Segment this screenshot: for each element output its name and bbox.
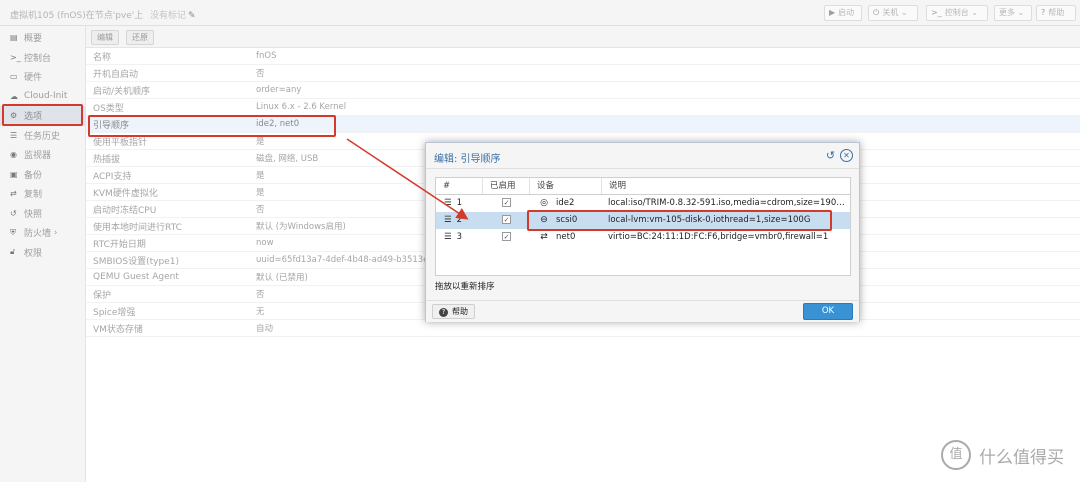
- exchange-icon: ⇄: [540, 232, 548, 242]
- shield-icon: ⛨: [10, 227, 16, 237]
- table-row[interactable]: ☰ 1 ✓ ◎ ide2 local:iso/TRIM-0.8.32-591.iso…: [436, 195, 850, 212]
- harddisk-icon: ⊖: [540, 215, 548, 225]
- boot-order-dialog: 编辑: 引导顺序 ↺ ✕ # 已启用 设备 说明 ☰ 1 ✓ ◎ ide2 loca…: [425, 142, 860, 322]
- edit-button[interactable]: 编辑: [91, 30, 119, 45]
- sidebar-item-hardware[interactable]: ▭ 硬件: [0, 67, 85, 87]
- chevron-down-icon: ⌄: [900, 8, 908, 17]
- dialog-footer: ? 帮助 OK: [426, 300, 859, 322]
- sidebar-item-monitor[interactable]: ◉ 监视器: [0, 145, 85, 165]
- cloud-icon: ☁: [10, 91, 18, 101]
- row-description: local-lvm:vm-105-disk-0,iothread=1,size=…: [608, 215, 811, 225]
- cdrom-icon: ◎: [540, 198, 548, 208]
- enabled-checkbox[interactable]: ✓: [502, 232, 511, 241]
- drag-handle-icon[interactable]: ☰: [444, 198, 452, 208]
- option-row-name[interactable]: 名称 fnOS: [86, 48, 1080, 65]
- table-row[interactable]: ☰ 3 ✓ ⇄ net0 virtio=BC:24:11:1D:FC:F6,brid…: [436, 229, 850, 246]
- question-icon: ?: [439, 308, 448, 317]
- sidebar-item-firewall[interactable]: ⛨ 防火墙 ›: [0, 223, 85, 243]
- sidebar-item-console[interactable]: >_ 控制台: [0, 48, 85, 68]
- drag-handle-icon[interactable]: ☰: [444, 232, 452, 242]
- unlock-icon: 🔓︎: [10, 247, 16, 257]
- top-bar: 虚拟机105 (fnOS)在节点'pve'上 没有标记 ✎ ▶ 启动 ⏻ 关机 ⌄ >…: [0, 0, 1080, 26]
- sidebar-item-snapshot[interactable]: ↺ 快照: [0, 204, 85, 224]
- sidebar-item-cloudinit[interactable]: ☁ Cloud-Init: [0, 87, 85, 107]
- console-button[interactable]: >_ 控制台 ⌄: [926, 5, 988, 21]
- gear-icon: ⚙: [10, 111, 18, 121]
- sidebar-item-replication[interactable]: ⇄ 复制: [0, 184, 85, 204]
- option-row-startup[interactable]: 启动/关机顺序 order=any: [86, 82, 1080, 99]
- floppy-icon: ▣: [10, 169, 18, 179]
- column-header-enabled[interactable]: 已启用: [483, 178, 530, 194]
- enabled-checkbox[interactable]: ✓: [502, 198, 511, 207]
- row-description: virtio=BC:24:11:1D:FC:F6,bridge=vmbr0,fi…: [608, 232, 829, 242]
- column-header-device[interactable]: 设备: [530, 178, 602, 194]
- sidebar-item-backup[interactable]: ▣ 备份: [0, 165, 85, 185]
- watermark-text: 什么值得买: [979, 447, 1064, 468]
- table-row[interactable]: ☰ 2 ✓ ⊖ scsi0 local-lvm:vm-105-disk-0,ioth…: [436, 212, 850, 229]
- sidebar-item-summary[interactable]: ▤ 概要: [0, 28, 85, 48]
- power-icon: ⏻: [873, 8, 880, 17]
- book-icon: ▤: [10, 33, 18, 43]
- column-header-desc[interactable]: 说明: [602, 178, 850, 194]
- sidebar-item-task-history[interactable]: ☰ 任务历史: [0, 126, 85, 146]
- enabled-checkbox[interactable]: ✓: [502, 215, 511, 224]
- chevron-right-icon: ›: [53, 227, 58, 238]
- option-row-vmstate[interactable]: VM状态存储 自动: [86, 320, 1080, 337]
- row-description: local:iso/TRIM-0.8.32-591.iso,media=cdro…: [608, 198, 850, 208]
- drag-hint: 拖放以重新排序: [435, 282, 495, 292]
- sidebar-item-permissions[interactable]: 🔓︎ 权限: [0, 243, 85, 263]
- help-button[interactable]: ? 帮助: [432, 304, 475, 319]
- retweet-icon: ⇄: [10, 189, 17, 199]
- option-row-onboot[interactable]: 开机自启动否: [86, 65, 1080, 82]
- history-icon: ↺: [10, 208, 17, 218]
- terminal-icon: >_: [10, 52, 21, 62]
- more-button[interactable]: 更多 ⌄: [994, 5, 1032, 21]
- shutdown-button[interactable]: ⏻ 关机 ⌄: [868, 5, 918, 21]
- reset-icon[interactable]: ↺: [824, 149, 837, 162]
- watermark: 值 什么值得买: [941, 440, 1064, 470]
- close-icon[interactable]: ✕: [840, 149, 853, 162]
- option-row-ostype[interactable]: OS类型 Linux 6.x - 2.6 Kernel: [86, 99, 1080, 116]
- start-button[interactable]: ▶ 启动: [824, 5, 862, 21]
- option-row-boot-order[interactable]: 引导顺序 ide2, net0: [86, 116, 1080, 133]
- boot-order-grid: # 已启用 设备 说明 ☰ 1 ✓ ◎ ide2 local:iso/TRIM-0.…: [435, 177, 851, 276]
- grid-header: # 已启用 设备 说明: [436, 178, 850, 195]
- sidebar-item-options[interactable]: ⚙ 选项: [0, 106, 85, 126]
- ok-button[interactable]: OK: [803, 303, 853, 320]
- tags-label: 没有标记: [150, 11, 187, 21]
- sidebar: ▤ 概要 >_ 控制台 ▭ 硬件 ☁ Cloud-Init ⚙ 选项 ☰ 任务历史 ◉ 监视器…: [0, 26, 86, 482]
- tags-area[interactable]: 没有标记 ✎: [150, 8, 196, 21]
- revert-button[interactable]: 还原: [126, 30, 154, 45]
- question-icon: ?: [1041, 8, 1046, 17]
- monitor-icon: ▭: [10, 72, 18, 82]
- help-button-top[interactable]: ? 帮助: [1036, 5, 1076, 21]
- window-title: 虚拟机105 (fnOS)在节点'pve'上: [10, 11, 144, 21]
- terminal-icon: >_: [931, 8, 942, 17]
- play-icon: ▶: [829, 8, 836, 17]
- dialog-title: 编辑: 引导顺序: [434, 154, 501, 165]
- drag-handle-icon[interactable]: ☰: [444, 215, 452, 225]
- eye-icon: ◉: [10, 150, 17, 160]
- watermark-logo-icon: 值: [941, 440, 971, 470]
- list-icon: ☰: [10, 130, 18, 140]
- pencil-icon[interactable]: ✎: [188, 11, 196, 21]
- chevron-down-icon: ⌄: [971, 8, 978, 17]
- dialog-header: 编辑: 引导顺序 ↺ ✕: [426, 143, 859, 169]
- column-header-num[interactable]: #: [436, 178, 483, 194]
- options-toolbar: 编辑 还原: [86, 26, 1080, 48]
- chevron-down-icon: ⌄: [1017, 8, 1025, 17]
